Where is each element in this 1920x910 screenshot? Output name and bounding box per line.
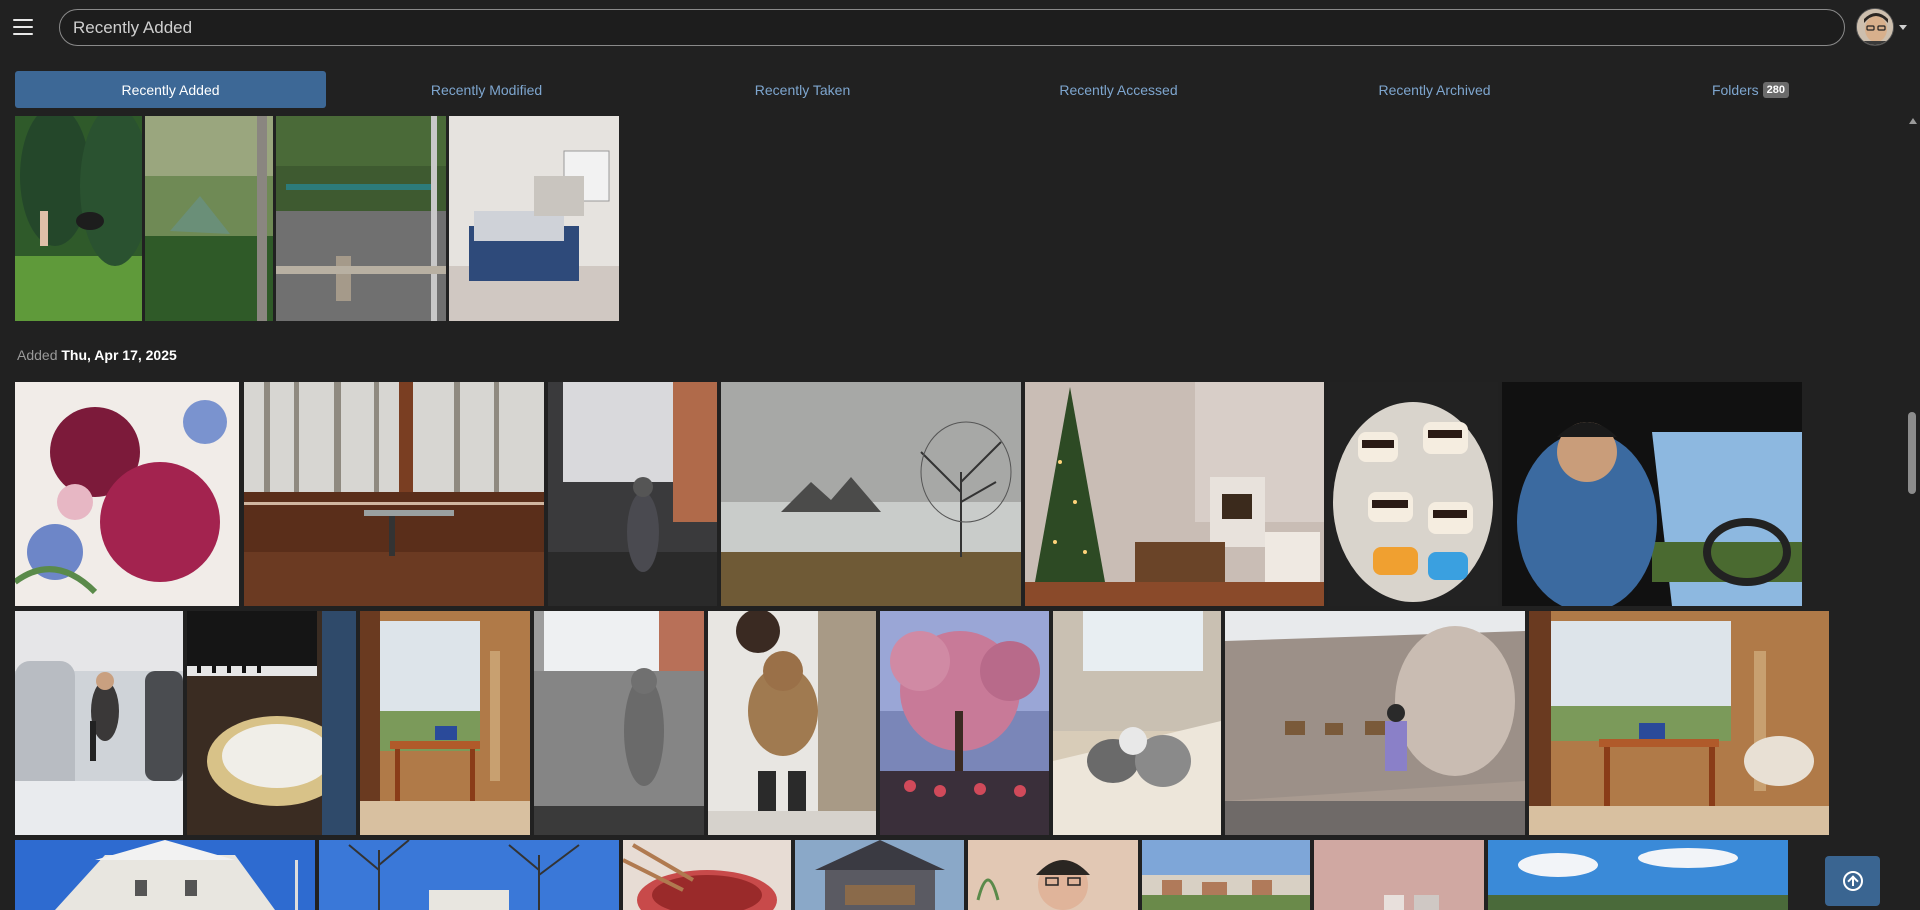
photo-thumbnail[interactable] bbox=[15, 611, 183, 835]
photo-thumbnail[interactable] bbox=[145, 116, 273, 321]
tab-label: Folders bbox=[1711, 81, 1759, 98]
photo-thumbnail[interactable] bbox=[548, 382, 717, 606]
photo-thumbnail[interactable] bbox=[708, 611, 876, 835]
search-input[interactable] bbox=[59, 9, 1845, 46]
photo-thumbnail[interactable] bbox=[1053, 611, 1221, 835]
back-to-top-button[interactable] bbox=[1825, 856, 1880, 906]
photo-thumbnail[interactable] bbox=[15, 116, 142, 321]
photo-thumbnail[interactable] bbox=[360, 611, 530, 835]
photo-thumbnail[interactable] bbox=[795, 840, 964, 910]
chevron-down-icon bbox=[1899, 25, 1907, 30]
folder-count-badge: 280 bbox=[1762, 81, 1790, 98]
arrow-up-circle-icon bbox=[1842, 871, 1863, 891]
avatar bbox=[1856, 8, 1894, 46]
photo-thumbnail[interactable] bbox=[15, 840, 315, 910]
tab-recently-taken[interactable]: Recently Taken bbox=[647, 71, 958, 108]
date-prefix: Added bbox=[17, 347, 58, 363]
top-bar bbox=[0, 0, 1920, 54]
photo-thumbnail[interactable] bbox=[721, 382, 1021, 606]
tab-folders[interactable]: Folders 280 bbox=[1595, 71, 1906, 108]
photo-thumbnail[interactable] bbox=[449, 116, 619, 321]
photo-thumbnail[interactable] bbox=[244, 382, 544, 606]
photo-thumbnail[interactable] bbox=[1488, 840, 1788, 910]
photo-thumbnail[interactable] bbox=[1225, 611, 1525, 835]
section-date-header: Added Thu, Apr 17, 2025 bbox=[17, 347, 177, 363]
tab-recently-added[interactable]: Recently Added bbox=[15, 71, 326, 108]
vertical-scrollbar[interactable] bbox=[1905, 114, 1920, 910]
tab-recently-modified[interactable]: Recently Modified bbox=[331, 71, 642, 108]
scrollbar-thumb[interactable] bbox=[1908, 412, 1916, 494]
photo-thumbnail[interactable] bbox=[1142, 840, 1310, 910]
photo-thumbnail[interactable] bbox=[1502, 382, 1802, 606]
photo-thumbnail[interactable] bbox=[15, 382, 239, 606]
photo-thumbnail[interactable] bbox=[1025, 382, 1324, 606]
photo-thumbnail[interactable] bbox=[623, 840, 791, 910]
photo-thumbnail[interactable] bbox=[276, 116, 446, 321]
photo-thumbnail[interactable] bbox=[968, 840, 1138, 910]
photo-thumbnail[interactable] bbox=[1314, 840, 1484, 910]
user-menu[interactable] bbox=[1856, 8, 1910, 48]
photo-thumbnail[interactable] bbox=[319, 840, 619, 910]
scroll-up-icon[interactable] bbox=[1909, 118, 1917, 124]
tab-recently-archived[interactable]: Recently Archived bbox=[1279, 71, 1590, 108]
tab-label: Recently Modified bbox=[430, 81, 543, 98]
photo-thumbnail[interactable] bbox=[187, 611, 356, 835]
photo-thumbnail[interactable] bbox=[880, 611, 1049, 835]
tab-label: Recently Added bbox=[121, 81, 220, 98]
tab-recently-accessed[interactable]: Recently Accessed bbox=[963, 71, 1274, 108]
photo-thumbnail[interactable] bbox=[534, 611, 704, 835]
photo-grid: Added Thu, Apr 17, 2025 bbox=[0, 114, 1905, 910]
photo-thumbnail[interactable] bbox=[1529, 611, 1829, 835]
tab-label: Recently Archived bbox=[1378, 81, 1491, 98]
tab-bar: Recently Added Recently Modified Recentl… bbox=[15, 71, 1910, 108]
tab-label: Recently Accessed bbox=[1059, 81, 1178, 98]
menu-icon[interactable] bbox=[13, 19, 33, 35]
tab-label: Recently Taken bbox=[754, 81, 851, 98]
photo-thumbnail[interactable] bbox=[1328, 382, 1498, 606]
section-date: Thu, Apr 17, 2025 bbox=[61, 347, 177, 363]
